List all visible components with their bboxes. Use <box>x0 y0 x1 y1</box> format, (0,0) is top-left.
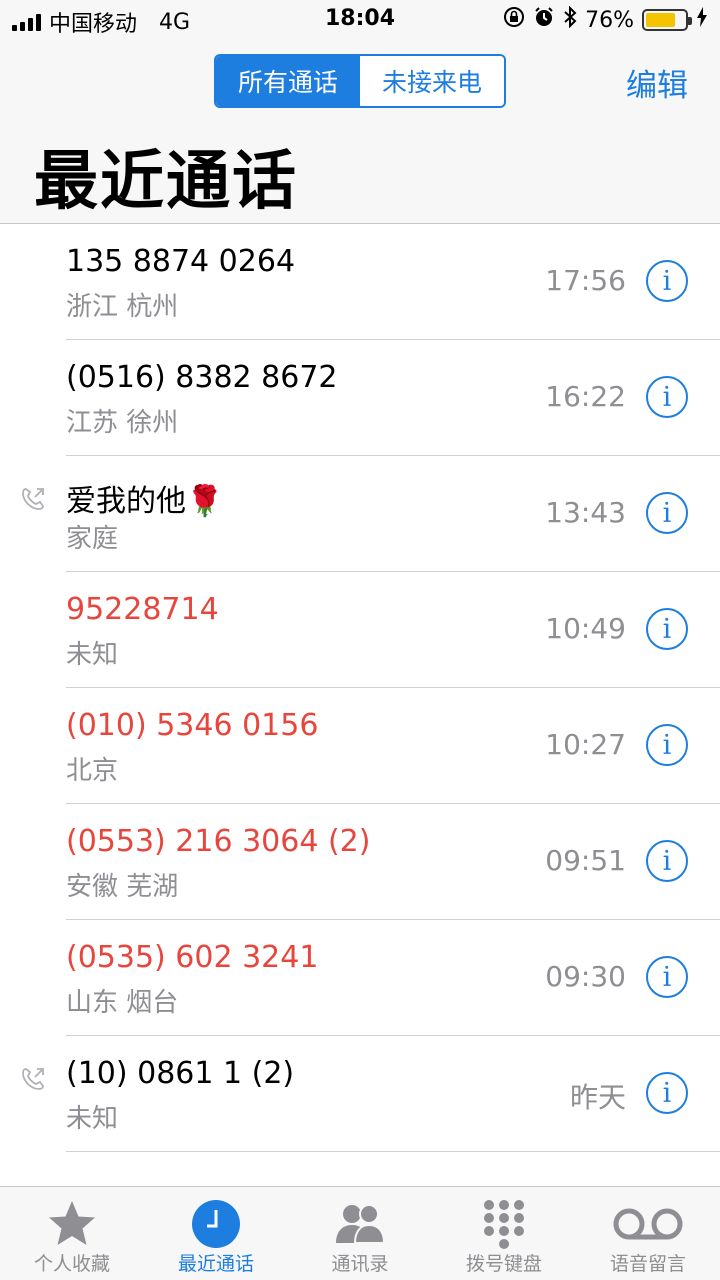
edit-button[interactable]: 编辑 <box>626 60 688 105</box>
call-filter-segmented-control: 所有通话 未接来电 <box>214 54 506 108</box>
segment-all-calls[interactable]: 所有通话 <box>216 56 360 106</box>
status-bar: 中国移动 4G 18:04 76% <box>0 0 720 40</box>
tab-star[interactable]: 个人收藏 <box>0 1187 144 1280</box>
info-icon[interactable]: i <box>646 376 688 418</box>
call-location: 家庭 <box>66 524 119 554</box>
call-row[interactable]: (0553) 216 3064 (2) 安徽 芜湖 09:51 i <box>0 804 720 920</box>
row-divider <box>66 1151 720 1152</box>
call-name: 95228714 <box>66 592 219 627</box>
tab-bar: 个人收藏 最近通话 通讯录 拨号键盘 语音留言 <box>0 1186 720 1280</box>
page-title: 最近通话 <box>34 145 298 219</box>
info-icon[interactable]: i <box>646 260 688 302</box>
call-name: 爱我的他🌹 <box>66 484 224 519</box>
star-icon <box>45 1197 99 1251</box>
status-right: 76% <box>503 5 708 34</box>
call-time: 16:22 <box>545 380 626 413</box>
battery-percent: 76% <box>585 7 634 33</box>
tab-label: 最近通话 <box>177 1253 254 1275</box>
call-name: (0516) 8382 8672 <box>66 360 338 395</box>
call-row[interactable]: (0516) 8382 8672 江苏 徐州 16:22 i <box>0 340 720 456</box>
call-location: 江苏 徐州 <box>66 408 179 438</box>
info-icon[interactable]: i <box>646 956 688 998</box>
contacts-icon <box>333 1197 387 1251</box>
call-row[interactable]: (010) 5346 0156 北京 10:27 i <box>0 688 720 804</box>
call-time: 10:49 <box>545 612 626 645</box>
tab-label: 拨号键盘 <box>465 1253 542 1275</box>
bluetooth-icon <box>563 5 577 34</box>
call-name: (10) 0861 1 (2) <box>66 1056 295 1091</box>
alarm-icon <box>533 6 555 34</box>
call-time: 17:56 <box>545 264 626 297</box>
info-icon[interactable]: i <box>646 724 688 766</box>
call-time: 09:30 <box>545 960 626 993</box>
info-icon[interactable]: i <box>646 608 688 650</box>
segment-missed-calls[interactable]: 未接来电 <box>360 56 504 106</box>
call-location: 安徽 芜湖 <box>66 872 179 902</box>
call-location: 未知 <box>66 1104 119 1134</box>
outgoing-call-icon <box>20 486 46 512</box>
call-location: 山东 烟台 <box>66 988 179 1018</box>
call-location: 北京 <box>66 756 119 786</box>
call-time: 昨天 <box>569 1081 626 1114</box>
call-row[interactable]: 135 8874 0264 浙江 杭州 17:56 i <box>0 224 720 340</box>
voicemail-icon <box>611 1197 685 1251</box>
charging-icon <box>696 7 708 33</box>
call-location: 未知 <box>66 640 119 670</box>
tab-clock[interactable]: 最近通话 <box>144 1187 288 1280</box>
clock-icon <box>189 1197 243 1251</box>
tab-contacts[interactable]: 通讯录 <box>288 1187 432 1280</box>
call-time: 09:51 <box>545 844 626 877</box>
info-icon[interactable]: i <box>646 492 688 534</box>
call-row[interactable]: (0535) 602 3241 山东 烟台 09:30 i <box>0 920 720 1036</box>
recent-calls-list: 135 8874 0264 浙江 杭州 17:56 i (0516) 8382 8672… <box>0 224 720 1152</box>
call-name: (010) 5346 0156 <box>66 708 319 743</box>
rotation-lock-icon <box>503 6 525 34</box>
call-name: (0535) 602 3241 <box>66 940 319 975</box>
call-name: (0553) 216 3064 (2) <box>66 824 371 859</box>
tab-label: 个人收藏 <box>33 1253 110 1275</box>
battery-icon <box>642 9 692 31</box>
tab-label: 通讯录 <box>331 1253 389 1275</box>
nav-header: 所有通话 未接来电 编辑 最近通话 <box>0 40 720 224</box>
call-row[interactable]: 95228714 未知 10:49 i <box>0 572 720 688</box>
call-row[interactable]: 爱我的他🌹 家庭 13:43 i <box>0 456 720 572</box>
tab-voicemail[interactable]: 语音留言 <box>576 1187 720 1280</box>
call-location: 浙江 杭州 <box>66 292 179 322</box>
call-time: 13:43 <box>545 496 626 529</box>
tab-label: 语音留言 <box>609 1253 686 1275</box>
tab-keypad[interactable]: 拨号键盘 <box>432 1187 576 1280</box>
info-icon[interactable]: i <box>646 1072 688 1114</box>
call-name: 135 8874 0264 <box>66 244 296 279</box>
info-icon[interactable]: i <box>646 840 688 882</box>
outgoing-call-icon <box>20 1066 46 1092</box>
battery-level <box>646 13 675 27</box>
call-row[interactable]: (10) 0861 1 (2) 未知 昨天 i <box>0 1036 720 1152</box>
keypad-icon <box>477 1197 531 1251</box>
call-time: 10:27 <box>545 728 626 761</box>
